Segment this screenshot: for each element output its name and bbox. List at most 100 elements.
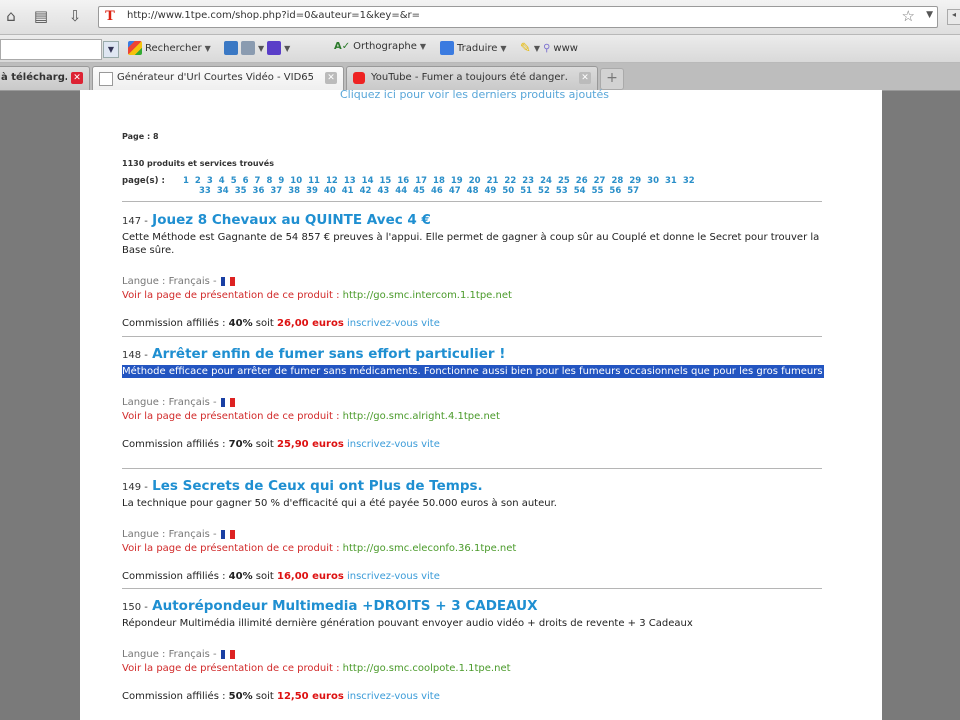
page-link[interactable]: 29	[629, 176, 641, 186]
page-link[interactable]: 57	[627, 186, 639, 196]
page-link[interactable]: 4	[219, 176, 225, 186]
page-link[interactable]: 40	[324, 186, 336, 196]
page-link[interactable]: 27	[594, 176, 606, 186]
product-title-link[interactable]: Jouez 8 Chevaux au QUINTE Avec 4 €	[152, 212, 431, 228]
page-link[interactable]: 12	[326, 176, 338, 186]
page-link[interactable]: 45	[413, 186, 425, 196]
page-link[interactable]: 28	[611, 176, 623, 186]
page-link[interactable]: 39	[306, 186, 318, 196]
page-link[interactable]: 46	[431, 186, 443, 196]
page-link[interactable]: 35	[235, 186, 247, 196]
page-link[interactable]: 13	[344, 176, 356, 186]
close-tab-icon[interactable]: ✕	[325, 72, 337, 84]
page-link[interactable]: 14	[362, 176, 374, 186]
page-link[interactable]: 22	[504, 176, 516, 186]
product-url-link[interactable]: http://go.smc.intercom.1.1tpe.net	[343, 290, 512, 301]
scroll-button[interactable]: ◂	[947, 9, 960, 25]
page-link[interactable]: 41	[342, 186, 354, 196]
page-link[interactable]: 43	[377, 186, 389, 196]
page-link[interactable]: 56	[609, 186, 621, 196]
page-link[interactable]: 23	[522, 176, 534, 186]
page-link[interactable]: 3	[207, 176, 213, 186]
page-link[interactable]: 42	[360, 186, 372, 196]
page-link[interactable]: 9	[278, 176, 284, 186]
register-link[interactable]: inscrivez-vous vite	[347, 691, 440, 702]
page-link[interactable]: 47	[449, 186, 461, 196]
address-bar[interactable]: T http://www.1tpe.com/shop.php?id=0&aute…	[98, 6, 938, 28]
page-link[interactable]: 54	[574, 186, 586, 196]
page-link[interactable]: 32	[683, 176, 695, 186]
page-link[interactable]: 7	[255, 176, 261, 186]
tab-downloads[interactable]: à télécharg… ✕	[0, 66, 90, 90]
page-link[interactable]: 24	[540, 176, 552, 186]
tab-bar: à télécharg… ✕ Générateur d'Url Courtes …	[0, 63, 960, 91]
product-url-link[interactable]: http://go.smc.eleconfo.36.1tpe.net	[343, 543, 517, 554]
product-url-link[interactable]: http://go.smc.coolpote.1.1tpe.net	[343, 663, 511, 674]
translate-button[interactable]: Traduire ▼	[440, 41, 507, 55]
tab-url-generator[interactable]: Générateur d'Url Courtes Vidéo - VID65… …	[92, 66, 344, 90]
product-title-link[interactable]: Autorépondeur Multimedia +DROITS + 3 CAD…	[152, 598, 537, 614]
page-link[interactable]: 8	[266, 176, 272, 186]
spellcheck-button[interactable]: A✓ Orthographe ▼	[334, 41, 426, 52]
commission-amount: 12,50 euros	[277, 691, 344, 702]
address-dropdown-icon[interactable]: ▼	[926, 10, 933, 20]
toolbar-search-field[interactable]	[0, 39, 102, 60]
page-link[interactable]: 48	[467, 186, 479, 196]
register-link[interactable]: inscrivez-vous vite	[347, 439, 440, 450]
page-link[interactable]: 52	[538, 186, 550, 196]
page-link[interactable]: 25	[558, 176, 570, 186]
product-url-link[interactable]: http://go.smc.alright.4.1tpe.net	[343, 411, 500, 422]
page-link[interactable]: 20	[469, 176, 481, 186]
product-title-link[interactable]: Les Secrets de Ceux qui ont Plus de Temp…	[152, 478, 482, 494]
toolbar-tools[interactable]: ▼ ▼	[224, 41, 290, 55]
page-link[interactable]: 17	[415, 176, 427, 186]
tab-youtube[interactable]: YouTube - Fumer a toujours été danger… ✕	[346, 66, 598, 90]
page-link[interactable]: 36	[253, 186, 265, 196]
page-link[interactable]: 37	[270, 186, 282, 196]
page-link[interactable]: 16	[397, 176, 409, 186]
divider	[122, 588, 822, 589]
search-button[interactable]: Rechercher ▼	[128, 41, 211, 55]
print-icon[interactable]: ▤	[30, 6, 52, 26]
product-commission: Commission affiliés : 70% soit 25,90 eur…	[122, 439, 440, 450]
page-link[interactable]: 55	[592, 186, 604, 196]
french-flag-icon	[220, 398, 235, 407]
page-link[interactable]: 34	[217, 186, 229, 196]
page-link[interactable]: 15	[380, 176, 392, 186]
close-tab-icon[interactable]: ✕	[579, 72, 591, 84]
page-link[interactable]: 44	[395, 186, 407, 196]
page-link[interactable]: 38	[288, 186, 300, 196]
page-link[interactable]: 1	[183, 176, 189, 186]
page-link[interactable]: 33	[199, 186, 211, 196]
page-link[interactable]: 51	[520, 186, 532, 196]
close-tab-icon[interactable]: ✕	[71, 72, 83, 84]
register-link[interactable]: inscrivez-vous vite	[347, 571, 440, 582]
register-link[interactable]: inscrivez-vous vite	[347, 318, 440, 329]
product-item: 150 - Autorépondeur Multimedia +DROITS +…	[122, 598, 824, 702]
highlighter-button[interactable]: ✎ ▼ ⚲ www	[520, 41, 578, 56]
latest-products-link[interactable]: Cliquez ici pour voir les derniers produ…	[340, 88, 609, 101]
page-link[interactable]: 2	[195, 176, 201, 186]
page-link[interactable]: 50	[502, 186, 514, 196]
page-link[interactable]: 49	[485, 186, 497, 196]
page-link[interactable]: 6	[243, 176, 249, 186]
page-link[interactable]: 18	[433, 176, 445, 186]
page-link[interactable]: 53	[556, 186, 568, 196]
page-link[interactable]: 31	[665, 176, 677, 186]
page-link[interactable]: 19	[451, 176, 463, 186]
page-link[interactable]: 30	[647, 176, 659, 186]
page-link[interactable]: 11	[308, 176, 320, 186]
bookmark-star-icon[interactable]: ☆	[902, 7, 915, 25]
page-link[interactable]: 26	[576, 176, 588, 186]
address-text[interactable]: http://www.1tpe.com/shop.php?id=0&auteur…	[127, 10, 420, 21]
home-icon[interactable]: ⌂	[0, 6, 22, 26]
new-tab-button[interactable]: +	[600, 68, 624, 90]
page-link[interactable]: 21	[487, 176, 499, 186]
page-link[interactable]: 5	[231, 176, 237, 186]
toolbar-dropdown-icon[interactable]: ▼	[103, 41, 119, 58]
french-flag-icon	[220, 530, 235, 539]
product-language: Langue : Français -	[122, 397, 824, 408]
page-link[interactable]: 10	[290, 176, 302, 186]
download-icon[interactable]: ⇩	[64, 6, 86, 26]
product-title-link[interactable]: Arrêter enfin de fumer sans effort parti…	[152, 346, 505, 362]
